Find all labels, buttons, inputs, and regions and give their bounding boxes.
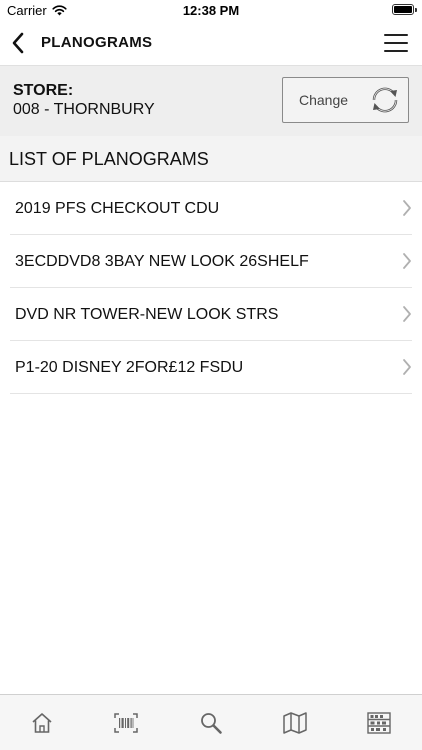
- menu-button[interactable]: [384, 32, 410, 54]
- planogram-list: 2019 PFS CHECKOUT CDU 3ECDDVD8 3BAY NEW …: [0, 182, 422, 394]
- list-item[interactable]: P1-20 DISNEY 2FOR£12 FSDU: [10, 341, 412, 394]
- page-title: PLANOGRAMS: [41, 34, 153, 51]
- store-label: STORE:: [13, 82, 74, 99]
- tab-map[interactable]: [280, 709, 310, 737]
- status-bar: Carrier 12:38 PM: [0, 0, 422, 22]
- list-item-label: P1-20 DISNEY 2FOR£12 FSDU: [15, 359, 244, 376]
- back-button[interactable]: [4, 28, 32, 58]
- search-icon: [201, 713, 222, 734]
- chevron-right-icon: [403, 359, 411, 375]
- chevron-right-icon: [403, 200, 411, 216]
- tab-bar: [0, 694, 422, 750]
- hamburger-menu-icon: [384, 34, 408, 36]
- tab-search[interactable]: [196, 709, 226, 737]
- tab-home[interactable]: [27, 709, 57, 737]
- barcode-scan-icon: [114, 713, 138, 733]
- shelf-icon: [367, 712, 391, 734]
- hamburger-line: [384, 50, 408, 52]
- battery-cap: [415, 8, 417, 12]
- list-item[interactable]: 3ECDDVD8 3BAY NEW LOOK 26SHELF: [10, 235, 412, 288]
- map-icon: [283, 712, 307, 734]
- list-item[interactable]: DVD NR TOWER-NEW LOOK STRS: [10, 288, 412, 341]
- list-header-title: LIST OF PLANOGRAMS: [9, 149, 209, 169]
- home-icon: [32, 713, 52, 733]
- tab-scan[interactable]: [111, 709, 141, 737]
- chevron-right-icon: [403, 306, 411, 322]
- store-value: 008 - THORNBURY: [13, 101, 155, 118]
- list-item-label: 2019 PFS CHECKOUT CDU: [15, 200, 220, 217]
- list-item[interactable]: 2019 PFS CHECKOUT CDU: [10, 182, 412, 235]
- store-panel: STORE: 008 - THORNBURY Change: [0, 66, 422, 136]
- refresh-icon: [372, 87, 398, 113]
- status-time: 12:38 PM: [182, 3, 240, 18]
- list-item-label: 3ECDDVD8 3BAY NEW LOOK 26SHELF: [15, 253, 309, 270]
- chevron-right-icon: [403, 253, 411, 269]
- tab-shelf[interactable]: [364, 709, 394, 737]
- change-store-button[interactable]: Change: [282, 77, 409, 123]
- battery-icon: [392, 4, 414, 15]
- chevron-left-icon: [12, 32, 24, 54]
- list-header: LIST OF PLANOGRAMS: [0, 136, 422, 182]
- change-label: Change: [299, 92, 349, 108]
- hamburger-line: [384, 42, 408, 44]
- nav-bar: PLANOGRAMS: [0, 22, 422, 66]
- list-item-label: DVD NR TOWER-NEW LOOK STRS: [15, 306, 279, 323]
